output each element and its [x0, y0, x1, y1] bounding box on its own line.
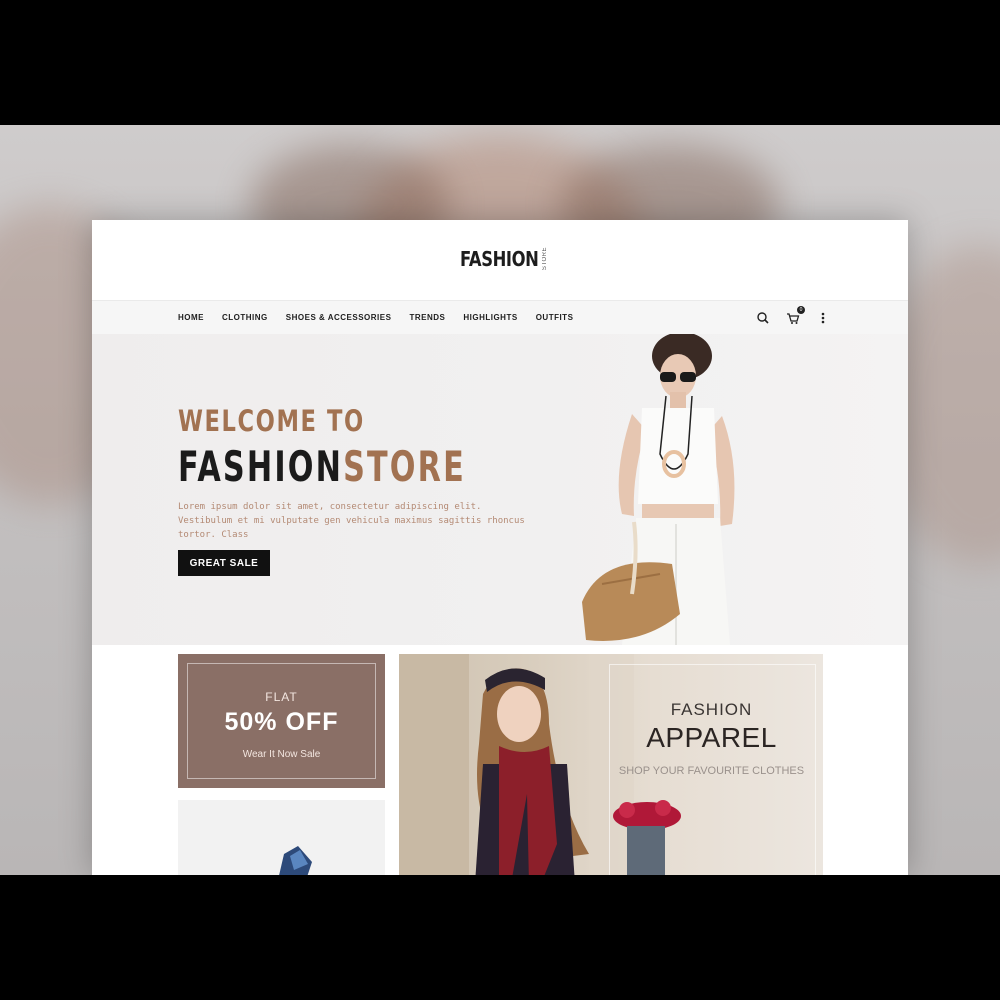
great-sale-button[interactable]: GREAT SALE — [178, 550, 270, 576]
main-navigation: HOME CLOTHING SHOES & ACCESSORIES TRENDS… — [92, 301, 908, 334]
hero-title: FASHIONSTORE — [178, 442, 466, 491]
nav-item-shoes-accessories[interactable]: SHOES & ACCESSORIES — [286, 313, 392, 322]
nav-item-highlights[interactable]: HIGHLIGHTS — [463, 313, 517, 322]
promo-subtitle: Wear It Now Sale — [242, 749, 321, 760]
hero-description: Lorem ipsum dolor sit amet, consectetur … — [178, 502, 525, 540]
cart-icon[interactable]: 0 — [785, 306, 805, 326]
nav-item-clothing[interactable]: CLOTHING — [222, 313, 268, 322]
hero-title-part2: STORE — [343, 442, 466, 491]
website-page: FASHION STORE HOME CLOTHING SHOES & ACCE… — [92, 220, 908, 875]
site-header: FASHION STORE — [92, 220, 908, 301]
apparel-subtitle: SHOP YOUR FAVOURITE CLOTHES — [618, 765, 805, 777]
nav-item-outfits[interactable]: OUTFITS — [536, 313, 574, 322]
site-logo[interactable]: FASHION STORE — [460, 247, 548, 271]
hero-model-image — [582, 334, 735, 645]
cart-count-badge: 0 — [797, 306, 805, 314]
search-icon[interactable] — [755, 310, 771, 326]
promo-frame: FLAT 50% OFF Wear It Now Sale — [187, 663, 376, 779]
product-promo-card[interactable] — [178, 800, 385, 875]
fashion-apparel-banner[interactable]: FASHION APPAREL SHOP YOUR FAVOURITE CLOT… — [399, 654, 823, 875]
logo-subtext: STORE — [541, 247, 548, 271]
hero-banner: WELCOME TO FASHIONSTORE Lorem ipsum dolo… — [92, 334, 908, 645]
nav-item-home[interactable]: HOME — [178, 313, 204, 322]
apparel-eyebrow: FASHION — [670, 700, 753, 719]
apparel-title: APPAREL — [646, 722, 777, 753]
more-vertical-icon[interactable] — [815, 310, 831, 326]
product-image — [279, 846, 312, 875]
hero-title-part1: FASHION — [178, 442, 344, 491]
nav-item-trends[interactable]: TRENDS — [409, 313, 445, 322]
promo-flat-label: FLAT — [265, 690, 298, 704]
promo-discount: 50% OFF — [224, 708, 339, 736]
promo-sale-card[interactable]: FLAT 50% OFF Wear It Now Sale — [178, 654, 385, 788]
logo-text: FASHION — [460, 247, 539, 271]
hero-welcome-text: WELCOME TO — [178, 404, 365, 438]
